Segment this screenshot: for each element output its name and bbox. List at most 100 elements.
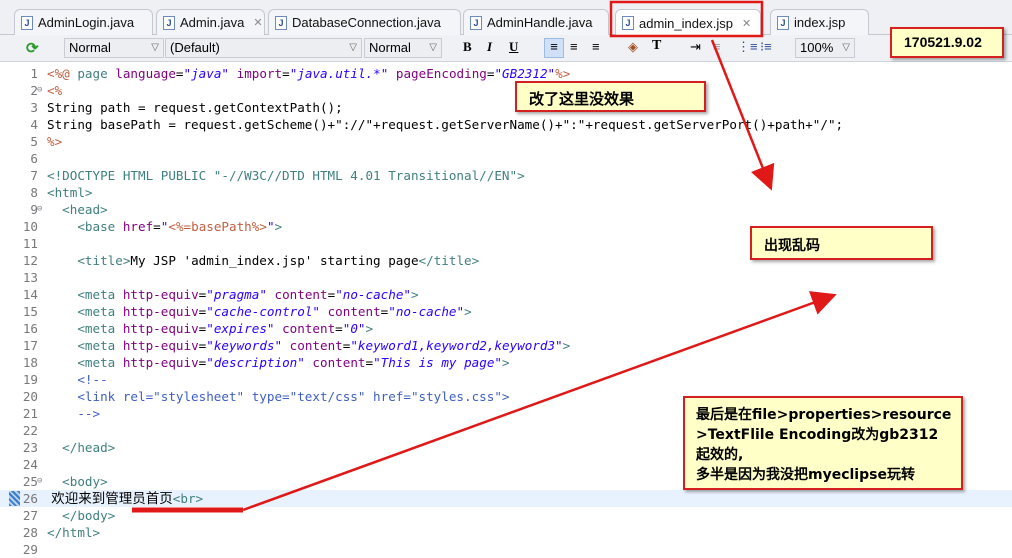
numbered-list-icon[interactable]: ⋮≡ bbox=[737, 39, 758, 55]
code-text: <html> bbox=[47, 184, 93, 201]
code-token: http-equiv bbox=[122, 338, 199, 353]
select-value: 100% bbox=[800, 40, 834, 55]
tab-databaseconnection-java[interactable]: J DatabaseConnection.java bbox=[268, 9, 461, 35]
refresh-icon[interactable]: ⟳ bbox=[26, 39, 39, 57]
select-value: Normal bbox=[369, 40, 411, 55]
code-text: <meta http-equiv="description" content="… bbox=[47, 354, 510, 371]
code-token: </title> bbox=[418, 253, 480, 268]
java-file-warning-icon: J bbox=[275, 15, 287, 30]
code-token: "keywords" bbox=[206, 338, 283, 353]
code-token: pageEncoding bbox=[395, 66, 487, 81]
code-line[interactable]: 8 <html> bbox=[0, 184, 1012, 201]
tab-adminlogin-java[interactable]: J AdminLogin.java bbox=[14, 9, 153, 35]
code-line[interactable]: 15 <meta http-equiv="cache-control" cont… bbox=[0, 303, 1012, 320]
line-number: 2 bbox=[30, 83, 38, 98]
code-token: <link rel="stylesheet" type="text/css" h… bbox=[47, 389, 510, 404]
code-text: </body> bbox=[47, 507, 115, 524]
code-line[interactable]: 4 String basePath = request.getScheme()+"… bbox=[0, 116, 1012, 133]
font-size-select[interactable]: Normal ▽ bbox=[364, 38, 442, 58]
code-token: import bbox=[236, 66, 283, 81]
bold-button[interactable]: B bbox=[463, 39, 472, 55]
code-token: content bbox=[282, 321, 336, 336]
code-line[interactable]: 29 bbox=[0, 541, 1012, 558]
fold-icon[interactable]: ⊖ bbox=[37, 82, 42, 99]
line-number: 24 bbox=[22, 457, 38, 472]
tab-index-jsp[interactable]: Jindex.jsp bbox=[770, 9, 869, 35]
change-marker-icon bbox=[9, 491, 20, 506]
code-line[interactable]: 28 </html> bbox=[0, 524, 1012, 541]
underline-button[interactable]: U bbox=[509, 39, 518, 55]
java-file-icon: J bbox=[470, 15, 482, 30]
code-line[interactable]: 7 <!DOCTYPE HTML PUBLIC "-//W3C//DTD HTML… bbox=[0, 167, 1012, 184]
code-line[interactable]: 14 <meta http-equiv="pragma" content="no… bbox=[0, 286, 1012, 303]
code-token: 欢迎来到管理员首页 bbox=[47, 491, 173, 507]
code-token: = bbox=[335, 321, 343, 336]
code-token: String path = request.getContextPath(); bbox=[47, 100, 343, 115]
code-line[interactable]: 27 </body> bbox=[0, 507, 1012, 524]
code-token: "cache-control" bbox=[206, 304, 320, 319]
line-number: 26 bbox=[22, 491, 38, 506]
code-token: "GB2312" bbox=[494, 66, 556, 81]
zoom-select[interactable]: 100% ▽ bbox=[795, 38, 855, 58]
code-line[interactable]: 2 ⊖ <% bbox=[0, 82, 1012, 99]
code-token: content bbox=[312, 355, 366, 370]
code-line[interactable]: 13 bbox=[0, 269, 1012, 286]
bulleted-list-icon[interactable]: ⁝≡ bbox=[760, 39, 772, 55]
indent-icon[interactable]: ⇥ bbox=[690, 39, 701, 55]
code-line[interactable]: 17 <meta http-equiv="keywords" content="… bbox=[0, 337, 1012, 354]
code-token: <meta bbox=[47, 338, 123, 353]
line-number: 27 bbox=[22, 508, 38, 523]
line-number: 28 bbox=[22, 525, 38, 540]
line-number: 13 bbox=[22, 270, 38, 285]
tab-adminhandle-java[interactable]: J AdminHandle.java bbox=[463, 9, 609, 35]
code-text: <%@ page language="java" import="java.ut… bbox=[47, 65, 570, 82]
java-file-warning-icon: J bbox=[21, 15, 33, 30]
line-number: 12 bbox=[22, 253, 38, 268]
code-token: "description" bbox=[206, 355, 305, 370]
solution-line: >TextFlile Encoding改为gb2312 bbox=[696, 427, 939, 443]
code-text: <meta http-equiv="cache-control" content… bbox=[47, 303, 471, 320]
solution-note: 最后是在file>properties>resource >TextFlile … bbox=[683, 396, 963, 490]
code-token: "java" bbox=[183, 66, 230, 81]
code-token: "This is my page" bbox=[373, 355, 502, 370]
code-line[interactable]: 1 <%@ page language="java" import="java.u… bbox=[0, 65, 1012, 82]
solution-line: 多半是因为我没把myeclipse玩转 bbox=[696, 467, 915, 483]
tab-admin-index-jsp[interactable]: Jadmin_index.jsp ✕ bbox=[615, 9, 761, 36]
line-number: 23 bbox=[22, 440, 38, 455]
tab-label: admin_index.jsp bbox=[639, 15, 733, 31]
outdent-icon[interactable]: ≡ bbox=[713, 39, 721, 54]
code-token: content bbox=[327, 304, 381, 319]
align-center-icon[interactable]: ≡ bbox=[570, 39, 578, 54]
code-line[interactable]: 9 ⊖ <head> bbox=[0, 201, 1012, 218]
code-token: --> bbox=[47, 406, 101, 421]
align-left-icon[interactable]: ≡ bbox=[544, 38, 564, 58]
code-token: <meta bbox=[47, 287, 123, 302]
tab-admin-java[interactable]: J Admin.java ✕ bbox=[156, 9, 265, 35]
line-number: 21 bbox=[22, 406, 38, 421]
close-icon[interactable]: ✕ bbox=[253, 16, 262, 29]
line-number: 5 bbox=[30, 134, 38, 149]
italic-button[interactable]: I bbox=[487, 39, 492, 55]
fold-icon[interactable]: ⊖ bbox=[37, 473, 42, 490]
fill-color-icon[interactable]: ◈ bbox=[628, 39, 638, 55]
code-line[interactable]: 18 <meta http-equiv = "description" conten… bbox=[0, 354, 1012, 371]
code-line[interactable]: 26 欢迎来到管理员首页<br> bbox=[0, 490, 1012, 507]
code-line[interactable]: 5 %> bbox=[0, 133, 1012, 150]
garbled-note: 出现乱码 bbox=[750, 226, 933, 260]
align-right-icon[interactable]: ≡ bbox=[592, 39, 600, 54]
paragraph-style-select[interactable]: Normal ▽ bbox=[64, 38, 164, 58]
code-line[interactable]: 3 String path = request.getContextPath(); bbox=[0, 99, 1012, 116]
code-token: > bbox=[502, 355, 510, 370]
close-icon[interactable]: ✕ bbox=[742, 17, 751, 30]
code-line[interactable]: 19 <!-- bbox=[0, 371, 1012, 388]
code-line[interactable]: 6 bbox=[0, 150, 1012, 167]
code-line[interactable]: 16 <meta http-equiv="expires" content="0… bbox=[0, 320, 1012, 337]
code-token: %> bbox=[47, 134, 63, 149]
text-color-icon[interactable]: T bbox=[652, 38, 661, 54]
font-select[interactable]: (Default) ▽ bbox=[165, 38, 362, 58]
code-token: </body> bbox=[47, 508, 116, 523]
line-number: 7 bbox=[30, 168, 38, 183]
code-text: String path = request.getContextPath(); bbox=[47, 99, 343, 116]
fold-icon[interactable]: ⊖ bbox=[37, 201, 42, 218]
